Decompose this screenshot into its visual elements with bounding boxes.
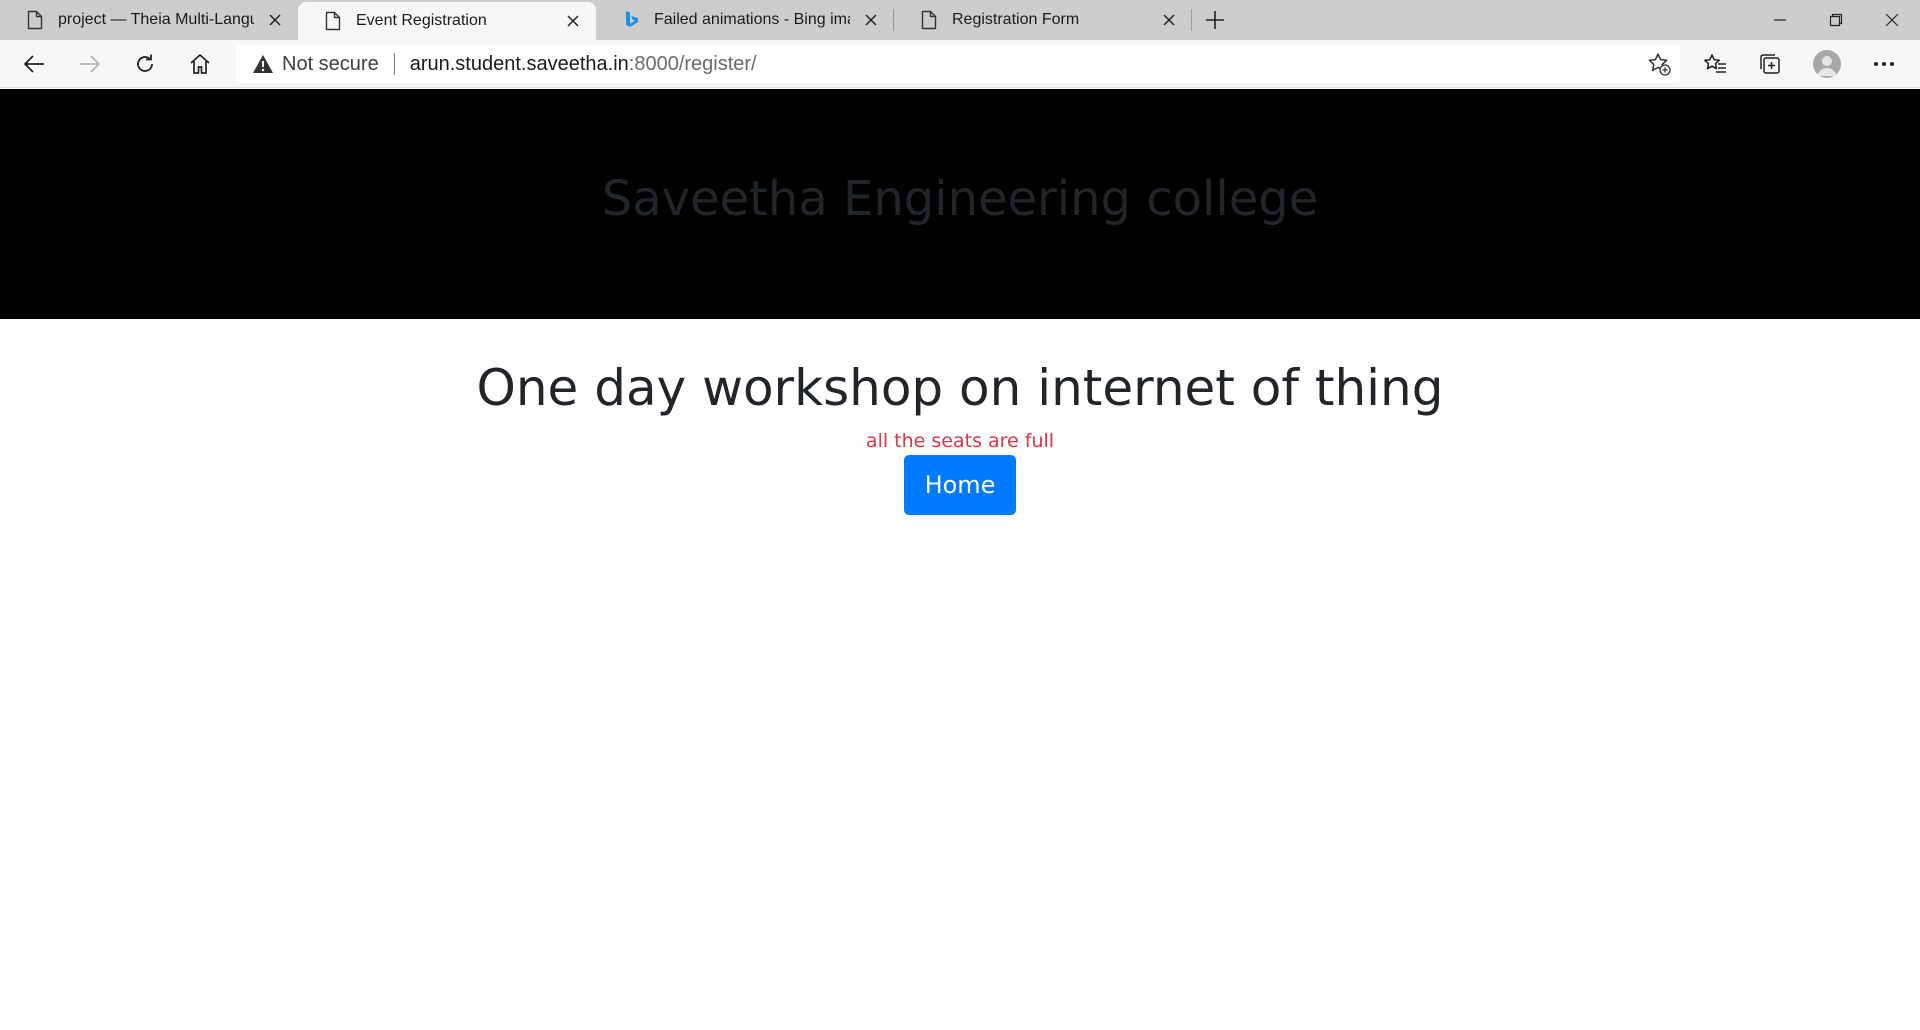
tab-event-registration[interactable]: Event Registration	[298, 2, 596, 40]
tab-project[interactable]: project — Theia Multi-Language	[0, 0, 298, 40]
event-title: One day workshop on internet of thing	[476, 359, 1444, 417]
page-icon	[918, 9, 940, 31]
new-tab-button[interactable]	[1192, 0, 1238, 40]
back-button[interactable]	[16, 46, 52, 82]
tab-title: Failed animations - Bing images	[654, 11, 850, 28]
restore-icon	[1829, 13, 1843, 27]
bing-icon	[620, 9, 642, 31]
plus-icon	[1206, 11, 1224, 29]
status-message: all the seats are full	[865, 430, 1055, 452]
tab-registration-form[interactable]: Registration Form	[894, 0, 1192, 40]
tab-bing-images[interactable]: Failed animations - Bing images	[596, 0, 894, 40]
address-bar[interactable]: Not secure arun.student.saveetha.in:8000…	[236, 45, 1680, 83]
close-icon[interactable]	[860, 9, 882, 31]
minimize-button[interactable]	[1752, 0, 1808, 40]
page-header: Saveetha Engineering college	[0, 89, 1920, 319]
close-window-button[interactable]	[1864, 0, 1920, 40]
restore-button[interactable]	[1808, 0, 1864, 40]
home-icon	[190, 54, 210, 74]
tab-title: Event Registration	[356, 12, 487, 29]
close-icon[interactable]	[562, 10, 584, 32]
more-icon	[1874, 62, 1894, 66]
settings-menu-button[interactable]	[1866, 46, 1902, 82]
security-label[interactable]: Not secure	[282, 53, 379, 76]
browser-toolbar: Not secure arun.student.saveetha.in:8000…	[0, 40, 1920, 88]
minimize-icon	[1774, 19, 1786, 21]
profile-button[interactable]	[1809, 46, 1845, 82]
address-divider	[393, 53, 395, 75]
avatar	[1813, 50, 1841, 78]
favorites-icon	[1704, 54, 1726, 73]
page-icon	[322, 10, 344, 32]
tab-separator	[1191, 9, 1192, 31]
collections-button[interactable]	[1752, 46, 1788, 82]
college-title: Saveetha Engineering college	[601, 171, 1319, 227]
url-host[interactable]: arun.student.saveetha.in	[410, 53, 629, 76]
tab-title: Registration Form	[952, 11, 1080, 28]
tab-title: project — Theia Multi-Language	[58, 11, 254, 28]
favorites-button[interactable]	[1697, 46, 1733, 82]
close-icon[interactable]	[264, 9, 286, 31]
close-icon	[1885, 13, 1899, 27]
url-path[interactable]: :8000/register/	[629, 53, 757, 76]
tab-strip: project — Theia Multi-Language Event Reg…	[0, 0, 1920, 40]
refresh-button[interactable]	[127, 46, 163, 82]
star-add-icon	[1648, 53, 1671, 76]
window-controls	[1752, 0, 1920, 40]
add-favorite-button[interactable]	[1646, 51, 1672, 77]
home-button[interactable]: Home	[903, 455, 1017, 515]
warning-icon[interactable]	[252, 53, 274, 75]
main-content: One day workshop on internet of thing al…	[0, 319, 1920, 515]
close-icon[interactable]	[1158, 9, 1180, 31]
collections-icon	[1760, 54, 1780, 74]
refresh-icon	[137, 54, 153, 72]
home-nav-button[interactable]	[182, 46, 218, 82]
arrow-left-icon	[23, 55, 44, 73]
arrow-right-icon	[80, 55, 101, 73]
page-icon	[24, 9, 46, 31]
forward-button[interactable]	[72, 46, 108, 82]
